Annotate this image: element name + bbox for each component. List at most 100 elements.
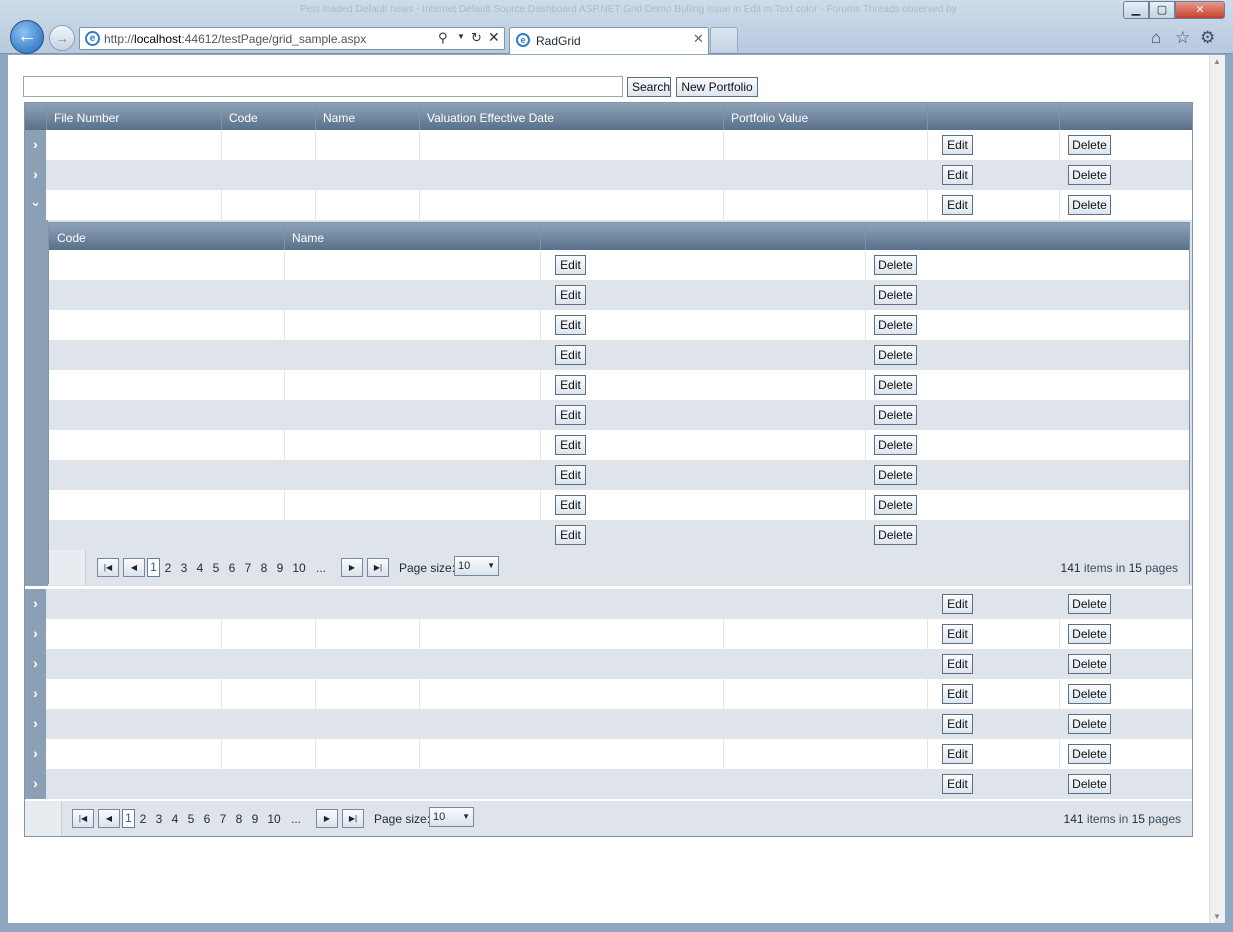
back-button[interactable]: ←	[10, 20, 44, 54]
edit-button[interactable]: Edit	[942, 135, 973, 155]
edit-button[interactable]: Edit	[942, 684, 973, 704]
page-link[interactable]: 5	[183, 812, 199, 828]
last-page-button[interactable]: ▶|	[342, 809, 364, 828]
delete-button[interactable]: Delete	[1068, 744, 1111, 764]
edit-button[interactable]: Edit	[942, 654, 973, 674]
search-icon[interactable]: ⚲	[438, 30, 448, 46]
edit-button[interactable]: Edit	[942, 624, 973, 644]
page-link[interactable]: 10	[263, 812, 285, 828]
edit-button[interactable]: Edit	[555, 435, 586, 455]
page-link[interactable]: 4	[192, 561, 208, 577]
page-current[interactable]: 1	[147, 558, 160, 577]
forward-button[interactable]: →	[49, 25, 75, 51]
expand-row-button[interactable]: ›	[25, 739, 46, 769]
first-page-button[interactable]: |◀	[97, 558, 119, 577]
address-url[interactable]: http://localhost:44612/testPage/grid_sam…	[104, 32, 366, 46]
expand-row-button[interactable]: ›	[25, 160, 46, 190]
minimize-button[interactable]: ▁	[1123, 1, 1149, 19]
page-link[interactable]: 7	[240, 561, 256, 577]
page-link[interactable]: 2	[160, 561, 176, 577]
last-page-button[interactable]: ▶|	[367, 558, 389, 577]
edit-button[interactable]: Edit	[942, 165, 973, 185]
page-link[interactable]: 3	[176, 561, 192, 577]
edit-button[interactable]: Edit	[555, 375, 586, 395]
edit-button[interactable]: Edit	[555, 525, 586, 545]
edit-button[interactable]: Edit	[942, 594, 973, 614]
expand-row-button[interactable]: ›	[25, 589, 46, 619]
delete-button[interactable]: Delete	[874, 345, 917, 365]
vertical-scrollbar[interactable]: ▲ ▼	[1209, 55, 1225, 923]
delete-button[interactable]: Delete	[1068, 195, 1111, 215]
expand-row-button[interactable]: ›	[25, 679, 46, 709]
scroll-down-icon[interactable]: ▼	[1213, 912, 1221, 921]
edit-button[interactable]: Edit	[942, 744, 973, 764]
maximize-button[interactable]: ▢	[1149, 1, 1175, 19]
page-link[interactable]: 3	[151, 812, 167, 828]
page-current[interactable]: 1	[122, 809, 135, 828]
delete-button[interactable]: Delete	[1068, 774, 1111, 794]
edit-button[interactable]: Edit	[555, 405, 586, 425]
edit-button[interactable]: Edit	[555, 255, 586, 275]
edit-button[interactable]: Edit	[942, 774, 973, 794]
refresh-icon[interactable]: ↻	[471, 30, 482, 46]
page-link[interactable]: 8	[231, 812, 247, 828]
scroll-up-icon[interactable]: ▲	[1213, 57, 1221, 66]
column-header-file-number[interactable]: File Number	[54, 111, 119, 125]
expand-row-button[interactable]: ›	[25, 130, 46, 160]
collapse-row-button[interactable]: ⌄	[25, 190, 46, 220]
browser-tab-active[interactable]: e RadGrid ✕	[509, 27, 709, 54]
page-link[interactable]: 7	[215, 812, 231, 828]
delete-button[interactable]: Delete	[874, 375, 917, 395]
prev-page-button[interactable]: ◀	[123, 558, 145, 577]
column-header-portfolio-value[interactable]: Portfolio Value	[731, 111, 808, 125]
page-link[interactable]: 8	[256, 561, 272, 577]
delete-button[interactable]: Delete	[874, 525, 917, 545]
page-link[interactable]: 10	[288, 561, 310, 577]
expand-row-button[interactable]: ›	[25, 769, 46, 799]
prev-page-button[interactable]: ◀	[98, 809, 120, 828]
new-tab-button[interactable]	[710, 27, 738, 52]
page-link[interactable]: 9	[247, 812, 263, 828]
first-page-button[interactable]: |◀	[72, 809, 94, 828]
delete-button[interactable]: Delete	[874, 315, 917, 335]
expand-row-button[interactable]: ›	[25, 619, 46, 649]
page-link[interactable]: 6	[199, 812, 215, 828]
next-page-button[interactable]: ▶	[341, 558, 363, 577]
delete-button[interactable]: Delete	[1068, 654, 1111, 674]
delete-button[interactable]: Delete	[874, 285, 917, 305]
delete-button[interactable]: Delete	[1068, 135, 1111, 155]
search-button[interactable]: Search	[627, 77, 671, 97]
delete-button[interactable]: Delete	[1068, 594, 1111, 614]
detail-column-header-name[interactable]: Name	[292, 231, 324, 245]
home-icon[interactable]: ⌂	[1151, 28, 1161, 48]
new-portfolio-button[interactable]: New Portfolio	[676, 77, 758, 97]
gear-icon[interactable]: ⚙	[1200, 28, 1215, 48]
edit-button[interactable]: Edit	[555, 345, 586, 365]
dropdown-arrow-icon[interactable]: ▼	[457, 32, 465, 41]
page-link[interactable]: ...	[310, 561, 332, 577]
page-link[interactable]: 6	[224, 561, 240, 577]
expand-row-button[interactable]: ›	[25, 709, 46, 739]
page-size-select[interactable]: 10 ▼	[454, 556, 499, 576]
page-link[interactable]: ...	[285, 812, 307, 828]
delete-button[interactable]: Delete	[1068, 684, 1111, 704]
page-size-select[interactable]: 10 ▼	[429, 807, 474, 827]
edit-button[interactable]: Edit	[555, 495, 586, 515]
edit-button[interactable]: Edit	[942, 195, 973, 215]
page-link[interactable]: 5	[208, 561, 224, 577]
delete-button[interactable]: Delete	[874, 495, 917, 515]
next-page-button[interactable]: ▶	[316, 809, 338, 828]
stop-icon[interactable]: ✕	[488, 29, 500, 46]
delete-button[interactable]: Delete	[874, 465, 917, 485]
edit-button[interactable]: Edit	[555, 285, 586, 305]
delete-button[interactable]: Delete	[1068, 624, 1111, 644]
column-header-valuation-date[interactable]: Valuation Effective Date	[427, 111, 554, 125]
delete-button[interactable]: Delete	[874, 255, 917, 275]
close-window-button[interactable]: ✕	[1175, 1, 1225, 19]
detail-column-header-code[interactable]: Code	[57, 231, 86, 245]
delete-button[interactable]: Delete	[1068, 714, 1111, 734]
favorites-star-icon[interactable]: ☆	[1175, 28, 1190, 48]
edit-button[interactable]: Edit	[942, 714, 973, 734]
edit-button[interactable]: Edit	[555, 465, 586, 485]
delete-button[interactable]: Delete	[874, 405, 917, 425]
